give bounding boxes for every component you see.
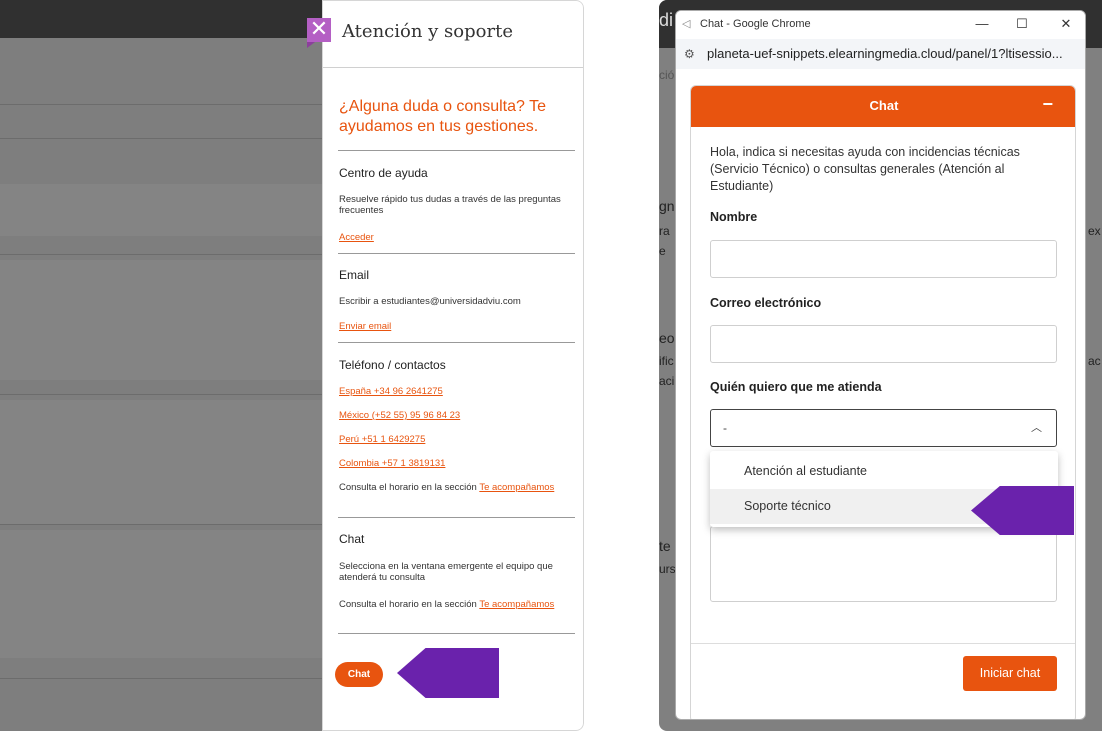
email-input[interactable] [710,325,1057,363]
left-screenshot: ✕ Atención y soporte ¿Alguna duda o cons… [0,0,584,731]
phone-link-mexico[interactable]: México (+52 55) 95 96 84 23 [339,410,460,421]
background-text: ac [1088,354,1101,368]
email-label: Correo electrónico [710,296,822,310]
schedule-text: Consulta el horario en la sección [339,482,477,493]
phone-link-colombia[interactable]: Colombia +57 1 3819131 [339,458,445,469]
divider [0,104,330,105]
divider [691,643,1075,644]
top-bar [0,0,330,38]
attend-label: Quién quiero que me atienda [710,380,882,394]
address-url[interactable]: planeta-uef-snippets.elearningmedia.clou… [707,46,1063,61]
phone-link-spain[interactable]: España +34 96 2641275 [339,386,443,397]
chat-button[interactable]: Chat [335,662,383,687]
team-select[interactable]: - ︿ [710,409,1057,447]
message-textarea[interactable] [710,526,1057,602]
divider [338,253,575,254]
help-center-link[interactable]: Acceder [339,232,374,243]
close-window-icon[interactable]: ✕ [1056,16,1076,32]
background-text: eo [659,330,675,346]
chat-form: Chat − Hola, indica si necesitas ayuda c… [690,85,1076,719]
background-text: gn [659,198,675,214]
schedule-link[interactable]: Te acompañamos [479,599,554,610]
chrome-tab-icon: ◁ [682,18,691,30]
send-email-link[interactable]: Enviar email [339,321,391,332]
email-text: Escribir a estudiantes@universidadviu.co… [339,296,521,307]
chat-intro-text: Hola, indica si necesitas ayuda con inci… [710,145,1020,193]
divider [338,342,575,343]
help-center-heading: Centro de ayuda [339,166,428,180]
maximize-window-icon[interactable]: ☐ [1012,16,1032,32]
schedule-text: Consulta el horario en la sección [339,599,477,610]
name-label: Nombre [710,210,758,224]
background-text: ex [1088,224,1101,238]
background-text: urs [659,562,676,576]
help-center-text: Resuelve rápido tus dudas a través de la… [339,194,561,216]
chat-header-title: Chat [869,98,899,113]
background-text: di [659,10,674,30]
background-row [0,184,330,236]
schedule-note: Consulta el horario en la sección Te aco… [339,482,567,493]
divider [338,517,575,518]
divider [338,150,575,151]
minimize-window-icon[interactable]: — [972,16,992,31]
background-row [0,260,330,380]
divider [0,254,330,255]
phone-link-peru[interactable]: Perú +51 1 6429275 [339,434,425,445]
background-text: aci [659,374,675,388]
background-text: ció [659,68,675,82]
chat-heading: Chat [339,532,365,546]
dimmed-background [0,38,330,731]
panel-headline: ¿Alguna duda o consulta? Te ayudamos en … [339,98,546,135]
chevron-up-icon: ︿ [1031,422,1042,434]
right-screenshot: di ció gn ra e eo ific aci te urs ex ac … [659,0,1102,731]
panel-title: Atención y soporte [342,21,513,42]
divider [0,524,330,525]
schedule-link[interactable]: Te acompañamos [479,482,554,493]
team-select-value: - [723,421,727,435]
support-panel: Atención y soporte ¿Alguna duda o consul… [322,0,584,731]
background-row [0,530,330,658]
background-text: ific [659,354,674,368]
email-heading: Email [339,268,370,282]
name-input[interactable] [710,240,1057,278]
background-text: te [659,538,671,554]
divider [338,633,575,634]
background-row [0,400,330,524]
divider [323,67,583,68]
divider [0,678,330,679]
minimize-chat-icon[interactable]: − [1042,94,1053,115]
background-text: e [659,244,666,258]
chat-text: Selecciona en la ventana emergente el eq… [339,561,553,583]
chat-schedule-note: Consulta el horario en la sección Te aco… [339,599,567,610]
phones-heading: Teléfono / contactos [339,358,446,372]
background-text: ra [659,224,670,238]
start-chat-button[interactable]: Iniciar chat [963,656,1057,691]
window-title: Chat - Google Chrome [700,18,811,30]
chat-header: Chat − [691,86,1075,127]
divider [0,394,330,395]
divider [0,138,330,139]
close-icon[interactable]: ✕ [307,18,331,48]
chrome-popup-window: ◁ Chat - Google Chrome — ☐ ✕ ⚙ planeta-u… [675,10,1086,720]
option-student-support[interactable]: Atención al estudiante [710,454,1058,489]
site-settings-icon[interactable]: ⚙ [684,47,695,61]
